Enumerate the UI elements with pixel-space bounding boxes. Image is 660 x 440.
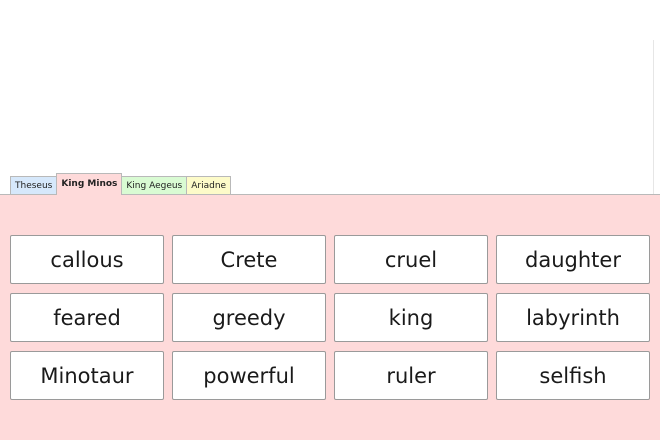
word-card-feared[interactable]: feared xyxy=(10,293,164,342)
workspace-area xyxy=(0,0,660,195)
word-card-selfish[interactable]: selfish xyxy=(496,351,650,400)
tab-king-minos[interactable]: King Minos xyxy=(56,173,123,195)
word-bank-panel: callous Crete cruel daughter feared gree… xyxy=(0,194,660,440)
word-card-crete[interactable]: Crete xyxy=(172,235,326,284)
tab-ariadne[interactable]: Ariadne xyxy=(186,176,232,195)
word-card-greedy[interactable]: greedy xyxy=(172,293,326,342)
word-card-cruel[interactable]: cruel xyxy=(334,235,488,284)
word-card-daughter[interactable]: daughter xyxy=(496,235,650,284)
tab-theseus[interactable]: Theseus xyxy=(10,176,58,195)
word-grid: callous Crete cruel daughter feared gree… xyxy=(10,235,650,400)
word-card-callous[interactable]: callous xyxy=(10,235,164,284)
word-card-labyrinth[interactable]: labyrinth xyxy=(496,293,650,342)
word-card-ruler[interactable]: ruler xyxy=(334,351,488,400)
tab-king-aegeus[interactable]: King Aegeus xyxy=(121,176,188,195)
word-card-powerful[interactable]: powerful xyxy=(172,351,326,400)
character-tabs: Theseus King Minos King Aegeus Ariadne xyxy=(10,173,232,195)
word-card-minotaur[interactable]: Minotaur xyxy=(10,351,164,400)
word-card-king[interactable]: king xyxy=(334,293,488,342)
scrollbar-edge xyxy=(653,40,654,195)
